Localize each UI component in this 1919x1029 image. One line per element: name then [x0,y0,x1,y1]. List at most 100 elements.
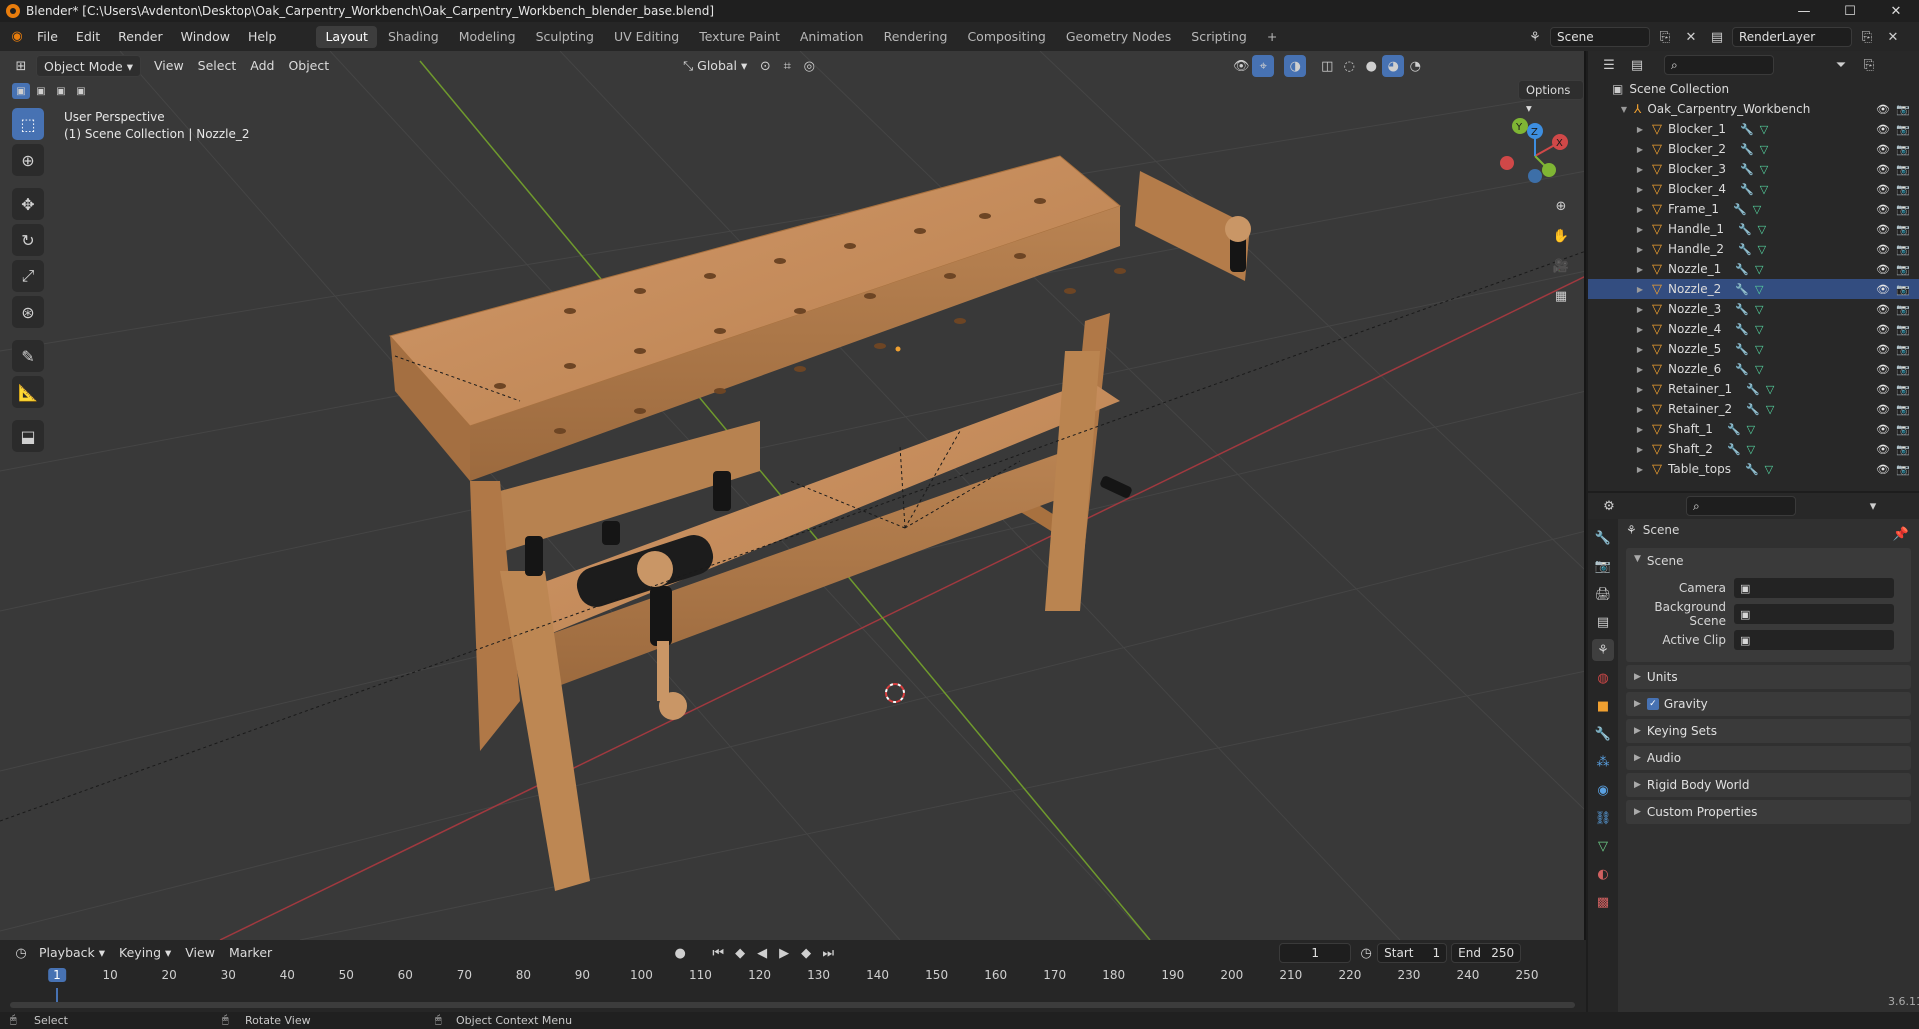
current-frame-field[interactable]: 1 [1279,943,1352,963]
expand-triangle-icon[interactable]: ▶ [1634,305,1646,314]
eye-icon[interactable]: 👁 [1876,323,1890,336]
expand-triangle-icon[interactable]: ▶ [1634,445,1646,454]
panel-header[interactable]: ▶ ✓ Gravity [1626,692,1911,716]
modifier-icon[interactable]: 🔧 [1735,263,1749,276]
eye-icon[interactable]: 👁 [1876,263,1890,276]
tab-scripting[interactable]: Scripting [1182,26,1256,48]
mesh-data-icon[interactable]: ▽ [1747,443,1755,456]
frame-ruler[interactable]: 1 10 20 30 40 50 60 70 80 90 100 110 120 130 140 150 160… [0,968,1586,988]
scene-tab-icon[interactable]: ⚘ [1592,639,1614,661]
panel-header[interactable]: ▶ Keying Sets [1626,719,1911,743]
eye-icon[interactable]: 👁 [1876,383,1890,396]
render-camera-icon[interactable]: 📷 [1896,463,1910,476]
overlay-toggle-icon[interactable]: ◑ [1284,55,1307,77]
ortho-grid-icon[interactable]: ▦ [1550,285,1572,307]
select-box-tool-icon[interactable]: ⬚ [12,108,44,140]
render-camera-icon[interactable]: 📷 [1896,103,1910,116]
gravity-checkbox[interactable]: ✓ [1646,698,1659,710]
render-camera-icon[interactable]: 📷 [1896,323,1910,336]
mesh-data-icon[interactable]: ▽ [1758,243,1766,256]
collection-row[interactable]: ▼ ⅄ Oak_Carpentry_Workbench 👁 📷 [1588,99,1919,119]
expand-triangle-icon[interactable]: ▶ [1634,325,1646,334]
tab-modeling[interactable]: Modeling [450,26,525,48]
add-workspace-button[interactable]: + [1258,26,1286,48]
menu-window[interactable]: Window [172,22,239,51]
tool-tab-icon[interactable]: 🔧 [1592,527,1614,549]
rendered-shading-icon[interactable]: ◔ [1404,55,1426,77]
transform-orientation-dropdown[interactable]: ⤡ Global ▾ [676,55,754,77]
proportional-edit-icon[interactable]: ◎ [798,55,820,77]
mesh-data-icon[interactable]: ▽ [1760,183,1768,196]
timeline-scrollbar[interactable] [10,1002,1575,1008]
menu-keying[interactable]: Keying ▾ [112,942,178,964]
outliner-item[interactable]: ▶ ▽ Blocker_2 🔧 ▽ 👁 📷 [1588,139,1919,159]
prev-keyframe-icon[interactable]: ◆ [729,942,751,964]
outliner-item[interactable]: ▶ ▽ Handle_2 🔧 ▽ 👁 📷 [1588,239,1919,259]
add-renderlayer-icon[interactable]: ⎘ [1856,26,1878,48]
render-camera-icon[interactable]: 📷 [1896,383,1910,396]
render-camera-icon[interactable]: 📷 [1896,143,1910,156]
select-subtract-icon[interactable]: ▣ [52,83,70,99]
render-camera-icon[interactable]: 📷 [1896,283,1910,296]
eye-icon[interactable]: 👁 [1876,303,1890,316]
expand-triangle-icon[interactable]: ▶ [1634,225,1646,234]
material-tab-icon[interactable]: ◐ [1592,863,1614,885]
menu-file[interactable]: File [28,22,67,51]
modifier-icon[interactable]: 🔧 [1735,303,1749,316]
properties-editor-icon[interactable]: ⚙ [1598,495,1620,517]
view-layer-tab-icon[interactable]: ▤ [1592,611,1614,633]
menu-view[interactable]: View [147,55,191,77]
outliner-item[interactable]: ▶ ▽ Nozzle_4 🔧 ▽ 👁 📷 [1588,319,1919,339]
solid-shading-icon[interactable]: ● [1360,55,1382,77]
modifier-icon[interactable]: 🔧 [1735,343,1749,356]
menu-playback[interactable]: Playback ▾ [32,942,112,964]
expand-triangle-icon[interactable]: ▶ [1634,145,1646,154]
expand-triangle-icon[interactable]: ▶ [1634,405,1646,414]
modifier-icon[interactable]: 🔧 [1727,443,1741,456]
eye-icon[interactable]: 👁 [1876,183,1890,196]
pivot-icon[interactable]: ⊙ [754,55,776,77]
expand-triangle-icon[interactable]: ▶ [1634,125,1646,134]
play-icon[interactable]: ▶ [773,942,795,964]
outliner-item[interactable]: ▶ ▽ Table_tops 🔧 ▽ 👁 📷 [1588,459,1919,479]
eye-icon[interactable]: 👁 [1876,363,1890,376]
rotate-tool-icon[interactable]: ↻ [12,224,44,256]
pan-hand-icon[interactable]: ✋ [1550,225,1572,247]
blender-menu-icon[interactable]: ◉ [6,26,28,48]
expand-triangle-icon[interactable]: ▶ [1634,165,1646,174]
mesh-data-icon[interactable]: ▽ [1755,283,1763,296]
outliner-item[interactable]: ▶ ▽ Nozzle_1 🔧 ▽ 👁 📷 [1588,259,1919,279]
mesh-data-icon[interactable]: ▽ [1755,323,1763,336]
camera-view-icon[interactable]: 🎥 [1550,255,1572,277]
modifier-icon[interactable]: 🔧 [1746,403,1760,416]
pin-scene-icon[interactable]: ⎘ [1654,26,1676,48]
menu-render[interactable]: Render [109,22,172,51]
eye-icon[interactable]: 👁 [1876,243,1890,256]
tab-animation[interactable]: Animation [791,26,873,48]
gizmo-toggle-icon[interactable]: ⌖ [1252,55,1275,77]
property-field[interactable]: ▣ [1734,604,1894,624]
mesh-data-icon[interactable]: ▽ [1760,163,1768,176]
select-invert-icon[interactable]: ▣ [72,83,90,99]
jump-start-icon[interactable]: ⏮ [707,942,729,964]
navigation-gizmo[interactable]: X Z Y [1495,116,1575,196]
outliner-item[interactable]: ▶ ▽ Nozzle_2 🔧 ▽ 👁 📷 [1588,279,1919,299]
expand-triangle-icon[interactable]: ▶ [1634,265,1646,274]
menu-add[interactable]: Add [243,55,281,77]
delete-scene-icon[interactable]: ✕ [1680,26,1702,48]
modifier-icon[interactable]: 🔧 [1735,323,1749,336]
move-tool-icon[interactable]: ✥ [12,188,44,220]
zoom-icon[interactable]: ⊕ [1550,195,1572,217]
add-cube-tool-icon[interactable]: ⬓ [12,420,44,452]
outliner-item[interactable]: ▶ ▽ Handle_1 🔧 ▽ 👁 📷 [1588,219,1919,239]
render-camera-icon[interactable]: 📷 [1896,443,1910,456]
end-frame-field[interactable]: End 250 [1451,943,1522,963]
eye-icon[interactable]: 👁 [1876,403,1890,416]
outliner-item[interactable]: ▶ ▽ Retainer_1 🔧 ▽ 👁 📷 [1588,379,1919,399]
output-tab-icon[interactable]: 🖨 [1592,583,1614,605]
modifier-icon[interactable]: 🔧 [1740,183,1754,196]
maximize-button[interactable]: ☐ [1827,0,1873,22]
mesh-data-icon[interactable]: ▽ [1760,123,1768,136]
3d-viewport[interactable]: ⊞ Object Mode ▾ View Select Add Object ⤡… [0,51,1586,940]
material-shading-icon[interactable]: ◕ [1382,55,1405,77]
